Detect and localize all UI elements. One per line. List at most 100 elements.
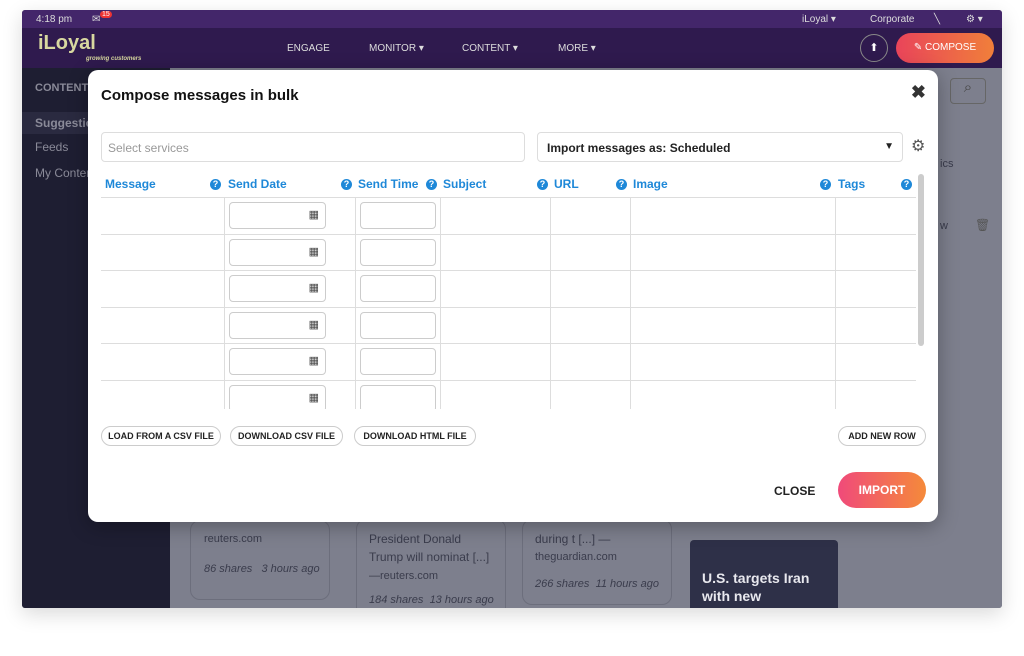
table-cell[interactable] <box>355 307 356 344</box>
calendar-icon[interactable]: ▦ <box>309 354 319 367</box>
content-card[interactable]: President Donald Trump will nominat [...… <box>356 519 506 608</box>
table-cell[interactable] <box>630 344 631 380</box>
search-icon[interactable]: ⌕ <box>950 78 986 104</box>
main-nav: iLoyal growing customers ENGAGE MONITOR ▾… <box>22 28 1002 68</box>
send-date-input[interactable]: ▦ <box>229 275 326 303</box>
send-date-input[interactable]: ▦ <box>229 238 326 266</box>
help-icon[interactable]: ? <box>616 179 627 190</box>
calendar-icon[interactable]: ▦ <box>309 208 319 221</box>
send-date-input[interactable]: ▦ <box>229 348 326 376</box>
table-cell[interactable] <box>550 234 551 271</box>
table-cell[interactable] <box>550 380 551 409</box>
table-cell[interactable] <box>835 234 836 271</box>
table-row: ▦ <box>101 307 916 345</box>
nav-engage[interactable]: ENGAGE <box>287 43 330 54</box>
load-csv-button[interactable]: LOAD FROM A CSV FILE <box>101 426 221 446</box>
table-cell[interactable] <box>224 307 225 344</box>
nav-content[interactable]: CONTENT ▾ <box>462 43 518 54</box>
download-csv-button[interactable]: DOWNLOAD CSV FILE <box>230 426 343 446</box>
table-cell[interactable] <box>355 198 356 234</box>
gear-icon[interactable]: ⚙ <box>911 136 925 156</box>
tools-icon[interactable]: ╲ <box>934 14 940 25</box>
table-cell[interactable] <box>355 344 356 380</box>
import-mode-select[interactable]: Import messages as: Scheduled ▼ <box>537 132 903 162</box>
import-button[interactable]: IMPORT <box>838 472 926 508</box>
table-cell[interactable] <box>440 380 441 409</box>
help-icon[interactable]: ? <box>426 179 437 190</box>
table-cell[interactable] <box>224 344 225 380</box>
help-icon[interactable]: ? <box>341 179 352 190</box>
table-row: ▦ <box>101 380 916 409</box>
send-time-input[interactable] <box>360 202 436 229</box>
compose-button[interactable]: ✎ COMPOSE <box>896 33 994 63</box>
table-cell[interactable] <box>550 271 551 307</box>
table-cell[interactable] <box>835 198 836 234</box>
table-cell[interactable] <box>355 380 356 409</box>
table-cell[interactable] <box>835 380 836 409</box>
scrollbar[interactable] <box>918 174 924 346</box>
sidebar-item-feeds[interactable]: Feeds <box>35 140 68 154</box>
help-icon[interactable]: ? <box>537 179 548 190</box>
table-cell[interactable] <box>835 307 836 344</box>
workspace-menu[interactable]: Corporate <box>870 14 914 25</box>
calendar-icon[interactable]: ▦ <box>309 391 319 404</box>
settings-menu[interactable]: ⚙ ▾ <box>966 14 983 25</box>
table-cell[interactable] <box>224 271 225 307</box>
close-button[interactable]: CLOSE <box>774 484 815 498</box>
table-cell[interactable] <box>630 234 631 271</box>
clock: 4:18 pm <box>36 14 73 25</box>
content-card[interactable]: during t [...] — theguardian.com 266 sha… <box>522 519 672 605</box>
help-icon[interactable]: ? <box>210 179 221 190</box>
image-card[interactable]: U.S. targets Iran with new <box>690 540 838 608</box>
upload-icon[interactable]: ⬆ <box>860 34 888 62</box>
close-icon[interactable]: ✖ <box>911 82 926 103</box>
content-card[interactable]: reuters.com 86 shares 3 hours ago <box>190 520 330 600</box>
services-select[interactable]: Select services <box>101 132 525 162</box>
send-time-input[interactable] <box>360 275 436 303</box>
table-cell[interactable] <box>550 307 551 344</box>
table-cell[interactable] <box>440 344 441 380</box>
send-date-input[interactable]: ▦ <box>229 311 326 339</box>
send-date-input[interactable]: ▦ <box>229 384 326 409</box>
calendar-icon[interactable]: ▦ <box>309 281 319 294</box>
table-cell[interactable] <box>835 344 836 380</box>
notification-badge: 15 <box>100 11 112 18</box>
send-time-input[interactable] <box>360 311 436 339</box>
add-row-button[interactable]: ADD NEW ROW <box>838 426 926 446</box>
table-cell[interactable] <box>440 307 441 344</box>
nav-more[interactable]: MORE ▾ <box>558 43 596 54</box>
logo[interactable]: iLoyal growing customers <box>38 32 141 62</box>
table-cell[interactable] <box>440 198 441 234</box>
table-cell[interactable] <box>440 234 441 271</box>
send-time-input[interactable] <box>360 384 436 409</box>
send-date-input[interactable]: ▦ <box>229 202 326 229</box>
table-cell[interactable] <box>630 271 631 307</box>
mail-icon[interactable]: ✉ <box>92 14 100 25</box>
table-cell[interactable] <box>355 271 356 307</box>
calendar-icon[interactable]: ▦ <box>309 245 319 258</box>
column-subject: Subject <box>443 177 487 191</box>
send-time-input[interactable] <box>360 348 436 376</box>
table-cell[interactable] <box>224 234 225 271</box>
table-cell[interactable] <box>440 271 441 307</box>
table-cell[interactable] <box>355 234 356 271</box>
table-cell[interactable] <box>550 198 551 234</box>
account-menu[interactable]: iLoyal ▾ <box>802 14 836 25</box>
table-row: ▦ <box>101 271 916 308</box>
table-cell[interactable] <box>835 271 836 307</box>
help-icon[interactable]: ? <box>820 179 831 190</box>
table-cell[interactable] <box>550 344 551 380</box>
table-cell[interactable] <box>630 380 631 409</box>
table-cell[interactable] <box>630 307 631 344</box>
nav-monitor[interactable]: MONITOR ▾ <box>369 43 424 54</box>
trash-icon[interactable]: 🗑 <box>975 218 990 232</box>
calendar-icon[interactable]: ▦ <box>309 318 319 331</box>
send-time-input[interactable] <box>360 238 436 266</box>
download-html-button[interactable]: DOWNLOAD HTML FILE <box>354 426 476 446</box>
table-row: ▦ <box>101 234 916 272</box>
table-cell[interactable] <box>224 380 225 409</box>
table-cell[interactable] <box>224 198 225 234</box>
help-icon[interactable]: ? <box>901 179 912 190</box>
partial-text: ics <box>940 158 954 170</box>
table-cell[interactable] <box>630 198 631 234</box>
